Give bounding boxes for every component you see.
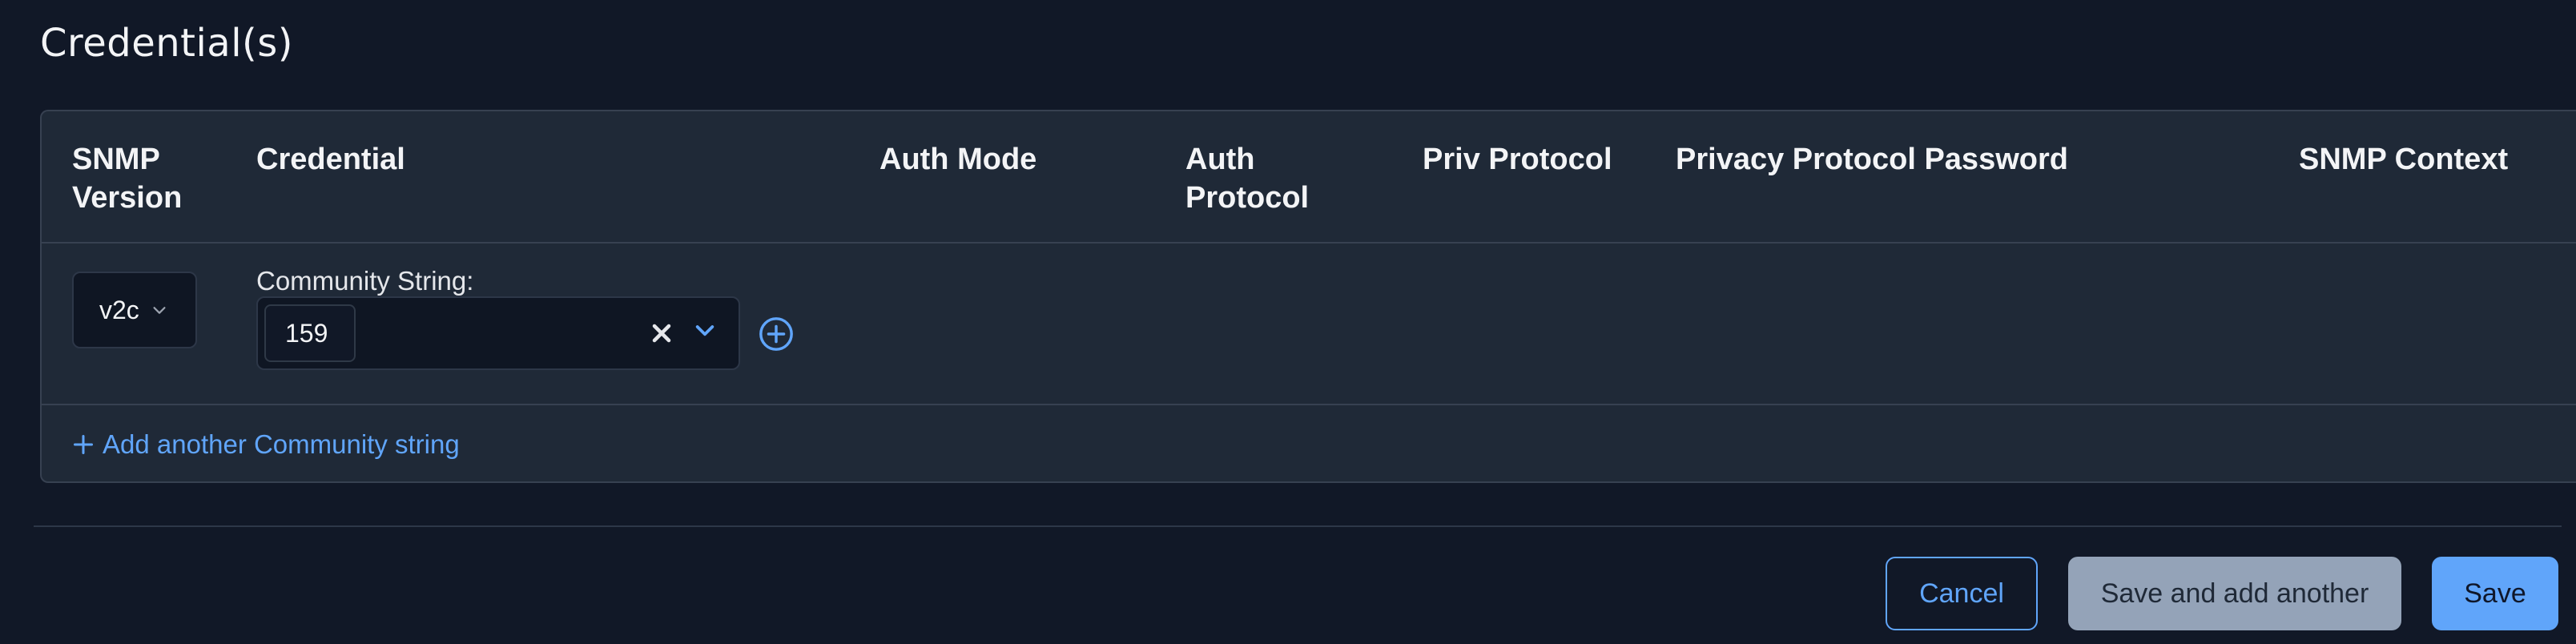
table-header: SNMP Version Credential Auth Mode Auth P… bbox=[42, 111, 2576, 244]
add-community-string-label: Add another Community string bbox=[103, 429, 460, 459]
column-header-auth-protocol: Auth Protocol bbox=[1185, 143, 1310, 215]
column-header-credential: Credential bbox=[256, 143, 405, 176]
column-header-snmp-version: SNMP Version bbox=[72, 143, 183, 215]
save-and-add-another-button[interactable]: Save and add another bbox=[2068, 557, 2401, 630]
clear-icon[interactable] bbox=[647, 319, 676, 348]
snmp-version-value: v2c bbox=[99, 295, 139, 324]
chevron-down-icon bbox=[153, 307, 166, 314]
column-header-priv-protocol: Priv Protocol bbox=[1423, 143, 1612, 176]
save-button[interactable]: Save bbox=[2432, 557, 2558, 630]
footer-divider bbox=[34, 525, 2562, 527]
column-header-privacy-protocol-password: Privacy Protocol Password bbox=[1676, 143, 2068, 176]
credential-label: Community String: bbox=[256, 266, 474, 296]
add-circle-icon[interactable] bbox=[758, 316, 795, 352]
column-header-auth-mode: Auth Mode bbox=[879, 143, 1037, 176]
cancel-button[interactable]: Cancel bbox=[1886, 557, 2038, 630]
page-title: Credential(s) bbox=[40, 21, 294, 66]
credential-chip: 159 bbox=[264, 304, 356, 362]
credential-value: 159 bbox=[285, 318, 328, 348]
dropdown-chevron-icon[interactable] bbox=[692, 317, 718, 343]
add-community-string-link[interactable]: Add another Community string bbox=[72, 429, 460, 460]
snmp-version-select[interactable]: v2c bbox=[72, 272, 197, 348]
table-row: v2c Community String: 159 bbox=[42, 242, 2576, 405]
credentials-panel: SNMP Version Credential Auth Mode Auth P… bbox=[40, 110, 2576, 483]
column-header-snmp-context: SNMP Context bbox=[2299, 143, 2509, 176]
credential-select[interactable]: 159 bbox=[256, 296, 740, 370]
plus-icon bbox=[73, 434, 94, 455]
